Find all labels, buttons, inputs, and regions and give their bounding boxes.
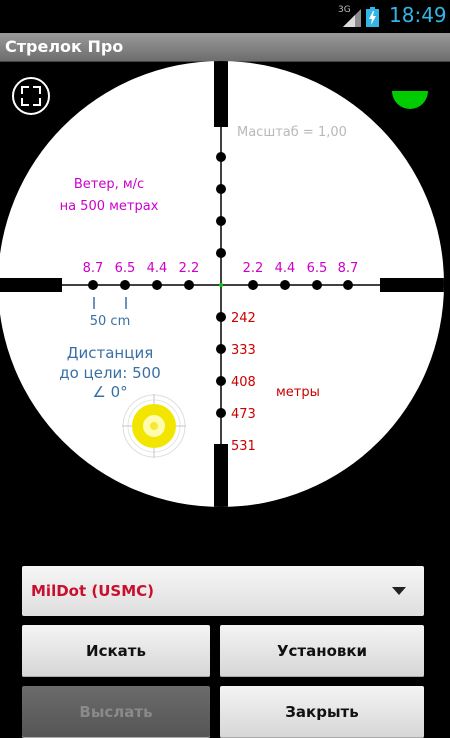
- mil-dot: [216, 408, 226, 418]
- fullscreen-icon[interactable]: [12, 77, 50, 115]
- aim-point: [219, 283, 223, 287]
- range-value: 473: [231, 407, 256, 422]
- scale-label: Масштаб = 1,00: [237, 125, 347, 140]
- mil-dot: [216, 216, 226, 226]
- signal-icon: [343, 9, 361, 27]
- mil-dot: [184, 280, 194, 290]
- mil-dot: [216, 376, 226, 386]
- wind-value: 6.5: [115, 261, 136, 276]
- wind-value: 2.2: [243, 261, 264, 276]
- settings-button[interactable]: Установки: [220, 625, 424, 677]
- mil-dot: [216, 344, 226, 354]
- mil-dot: [88, 280, 98, 290]
- size-label: 50 cm: [90, 314, 131, 329]
- mil-dot: [343, 280, 353, 290]
- mil-dot: [280, 280, 290, 290]
- mil-dot: [216, 248, 226, 258]
- wind-value: 8.7: [83, 261, 104, 276]
- scope-view[interactable]: Масштаб = 1,00 Ветер, м/с на 500 метрах …: [0, 61, 450, 551]
- app-title: Стрелок Про: [5, 37, 124, 56]
- mil-dot: [152, 280, 162, 290]
- reticle-select-value: MilDot (USMC): [31, 582, 154, 600]
- clock: 18:49: [389, 3, 447, 27]
- mil-dot: [120, 280, 130, 290]
- wind-value: 2.2: [179, 261, 200, 276]
- wind-value: 4.4: [147, 261, 168, 276]
- reticle-select[interactable]: MilDot (USMC): [22, 566, 424, 616]
- angle-label: ∠ 0°: [92, 383, 127, 401]
- send-button: Выслать: [22, 686, 210, 738]
- distance-value: до цели: 500: [59, 364, 161, 382]
- status-bar: 3G 18:49: [0, 0, 450, 33]
- wind-subtitle: на 500 метрах: [60, 199, 159, 214]
- range-value: 333: [231, 343, 256, 358]
- wind-value: 6.5: [307, 261, 328, 276]
- search-button[interactable]: Искать: [22, 625, 210, 677]
- dropdown-arrow-icon: [392, 587, 406, 595]
- distance-title: Дистанция: [67, 344, 153, 362]
- mil-dot: [248, 280, 258, 290]
- meters-label: метры: [276, 385, 320, 400]
- reticle-canvas: Масштаб = 1,00 Ветер, м/с на 500 метрах …: [0, 61, 444, 507]
- close-button[interactable]: Закрыть: [220, 686, 424, 738]
- level-indicator-icon: [392, 91, 428, 109]
- range-value: 408: [231, 375, 256, 390]
- wind-value: 4.4: [275, 261, 296, 276]
- range-value: 242: [231, 311, 256, 326]
- mil-dot: [216, 152, 226, 162]
- action-bar: Стрелок Про: [0, 33, 450, 62]
- range-value: 531: [231, 439, 256, 454]
- wind-value: 8.7: [338, 261, 359, 276]
- mil-dot: [312, 280, 322, 290]
- battery-charging-icon: [366, 7, 379, 27]
- wind-title: Ветер, м/с: [74, 177, 144, 192]
- mil-dot: [216, 184, 226, 194]
- mil-dot: [216, 312, 226, 322]
